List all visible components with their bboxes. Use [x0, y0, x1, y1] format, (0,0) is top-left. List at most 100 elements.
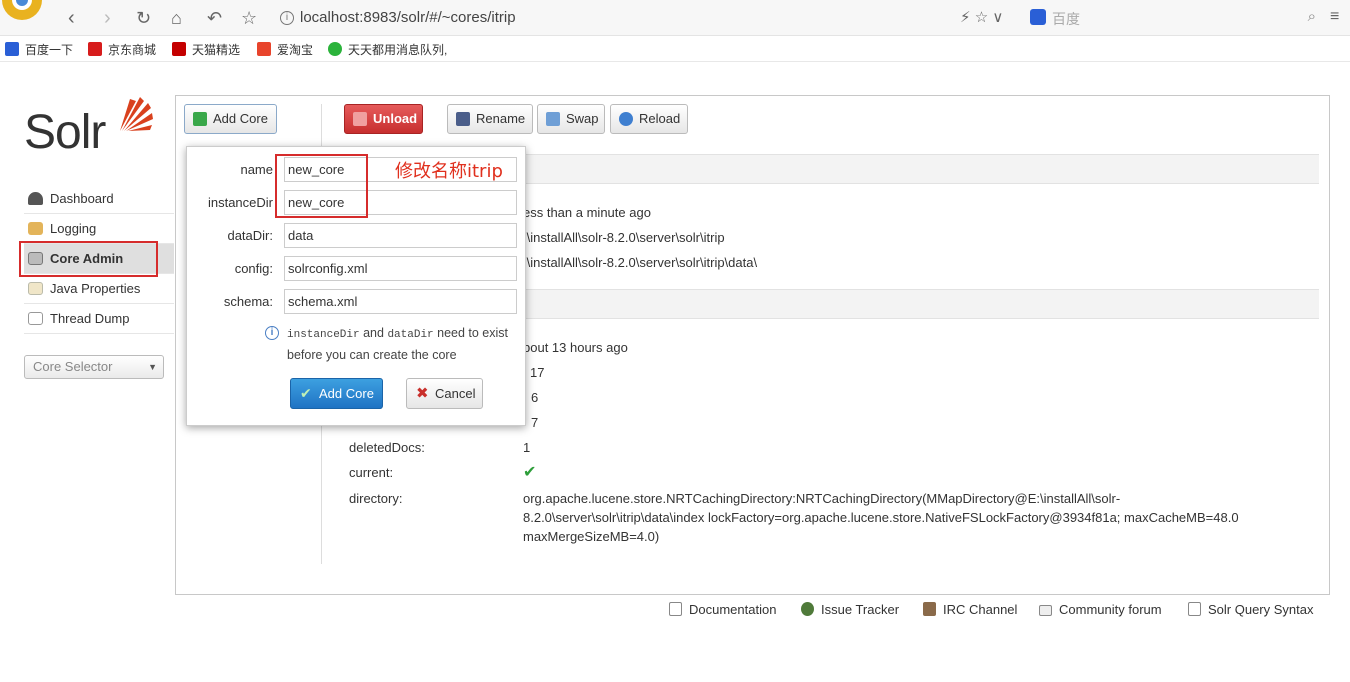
refresh-icon[interactable]: ↻ — [136, 6, 151, 30]
directory-value: org.apache.lucene.store.NRTCachingDirect… — [523, 491, 1239, 544]
query-icon — [1188, 602, 1201, 616]
url-text: localhost:8983/solr/#/~cores/itrip — [300, 9, 516, 26]
instance-dir-value: :\installAll\solr-8.2.0\server\solr\itri… — [523, 230, 725, 245]
schema-input[interactable]: schema.xml — [284, 289, 517, 314]
core-selector[interactable]: Core Selector ▼ — [24, 355, 164, 379]
bookmark-jd[interactable]: 京东商城 — [88, 41, 156, 58]
sidebar-item-java-properties[interactable]: Java Properties — [24, 274, 174, 304]
data-dir-value: :\installAll\solr-8.2.0\server\solr\itri… — [523, 255, 758, 270]
thread-dump-icon — [28, 312, 43, 325]
dashboard-icon — [28, 192, 43, 205]
dialog-note: instanceDir and dataDir need to exist be… — [287, 323, 527, 365]
reload-button[interactable]: Reload — [610, 104, 688, 134]
sidebar-item-logging[interactable]: Logging — [24, 214, 174, 244]
sidebar-item-label: Dashboard — [50, 191, 114, 206]
current-label: current: — [349, 465, 394, 480]
rename-button[interactable]: Rename — [447, 104, 533, 134]
schema-label: schema: — [223, 294, 273, 309]
num-docs-value: 6 — [531, 390, 539, 405]
java-properties-icon — [28, 282, 43, 295]
annotation-text: 修改名称itrip — [395, 161, 503, 182]
core-selector-placeholder: Core Selector — [33, 359, 113, 374]
footer-link-documentation[interactable]: Documentation — [669, 602, 776, 617]
confirm-add-core-button[interactable]: ✔ Add Core — [290, 378, 383, 409]
search-placeholder: 百度 — [1052, 11, 1080, 27]
rename-icon — [456, 112, 470, 126]
footer-link-label: Issue Tracker — [821, 602, 900, 617]
bookmark-baidu[interactable]: 百度一下 — [5, 41, 73, 58]
chevron-down-icon: ▼ — [148, 362, 157, 372]
home-icon[interactable]: ⌂ — [171, 6, 182, 30]
wechat-icon — [328, 42, 342, 56]
forward-icon[interactable]: › — [104, 6, 111, 30]
solr-logo[interactable]: Solr — [24, 93, 154, 163]
data-dir-input[interactable]: data — [284, 223, 517, 248]
button-label: Reload — [639, 111, 681, 126]
sidebar-item-thread-dump[interactable]: Thread Dump — [24, 304, 174, 334]
check-icon: ✔ — [523, 464, 537, 481]
sidebar-item-dashboard[interactable]: Dashboard — [24, 184, 174, 214]
unload-button[interactable]: Unload — [344, 104, 423, 134]
close-icon: ✖ — [416, 385, 429, 402]
note-code-instance-dir: instanceDir — [287, 329, 360, 341]
cancel-button[interactable]: ✖ Cancel — [406, 378, 483, 409]
lightning-star-icons[interactable]: ⚡ ☆ ∨ — [960, 8, 1003, 26]
swap-icon — [546, 112, 560, 126]
swap-button[interactable]: Swap — [537, 104, 605, 134]
footer-link-issue-tracker[interactable]: Issue Tracker — [801, 602, 899, 617]
unload-icon — [353, 112, 367, 126]
form-row-schema: schema: schema.xml — [187, 289, 527, 315]
search-icon[interactable]: ⌕ — [1308, 8, 1316, 25]
bookmark-taobao[interactable]: 爱淘宝 — [257, 41, 313, 58]
name-label: name — [240, 162, 273, 177]
add-core-button[interactable]: Add Core — [184, 104, 277, 134]
tmall-icon — [172, 42, 186, 56]
back-icon[interactable]: ‹ — [68, 6, 75, 30]
sidebar-item-label: Logging — [50, 221, 97, 236]
logging-icon — [28, 222, 43, 235]
solr-logo-text: Solr — [24, 106, 106, 159]
browser-toolbar: ‹ › ↻ ⌂ ↶ ☆ i localhost:8983/solr/#/~cor… — [0, 0, 1350, 36]
deleted-docs-value: 1 — [523, 440, 531, 455]
footer-link-irc-channel[interactable]: IRC Channel — [923, 602, 1017, 617]
bug-icon — [801, 602, 814, 616]
people-icon — [923, 602, 936, 616]
max-doc-value: 7 — [531, 415, 539, 430]
directory-label: directory: — [349, 491, 403, 506]
search-engine-box[interactable]: 百度 ⌕ — [1030, 6, 1320, 30]
address-bar[interactable]: i localhost:8983/solr/#/~cores/itrip — [274, 5, 944, 31]
baidu-icon — [1030, 9, 1046, 25]
footer-link-label: Community forum — [1059, 602, 1162, 617]
undo-icon[interactable]: ↶ — [207, 6, 222, 30]
button-label: Swap — [566, 111, 599, 126]
bookmark-label: 爱淘宝 — [277, 43, 314, 57]
solr-sun-icon — [120, 97, 153, 131]
config-label: config: — [234, 261, 273, 276]
menu-icon[interactable]: ≡ — [1330, 8, 1339, 26]
footer-link-community-forum[interactable]: Community forum — [1039, 602, 1162, 617]
bookmark-wechat[interactable]: 天天都用消息队列, — [328, 41, 447, 58]
taobao-icon — [257, 42, 271, 56]
highlight-box-core-admin — [19, 241, 158, 277]
bookmark-tmall[interactable]: 天猫精选 — [172, 41, 240, 58]
config-input[interactable]: solrconfig.xml — [284, 256, 517, 281]
button-label: Cancel — [435, 386, 476, 401]
button-label: Rename — [476, 111, 526, 126]
version-value: 17 — [530, 365, 545, 380]
mail-icon — [1039, 605, 1052, 616]
check-icon: ✔ — [300, 385, 312, 401]
instance-dir-label: instanceDir — [207, 195, 273, 210]
form-row-config: config: solrconfig.xml — [187, 256, 527, 282]
browser-logo-icon — [2, 0, 42, 20]
last-modified-value: bout 13 hours ago — [523, 340, 628, 355]
button-label: Add Core — [319, 386, 374, 401]
bookmark-label: 百度一下 — [25, 43, 74, 57]
footer-link-solr-query-syntax[interactable]: Solr Query Syntax — [1188, 602, 1314, 617]
bookmark-star-icon[interactable]: ☆ — [241, 6, 257, 30]
sidebar-item-label: Thread Dump — [50, 311, 130, 326]
info-icon: i — [280, 11, 294, 25]
data-dir-label: dataDir: — [227, 228, 273, 243]
bookmarks-bar: 百度一下 京东商城 天猫精选 爱淘宝 天天都用消息队列, — [0, 36, 1350, 62]
footer-link-label: Documentation — [689, 602, 777, 617]
footer-link-label: IRC Channel — [943, 602, 1018, 617]
